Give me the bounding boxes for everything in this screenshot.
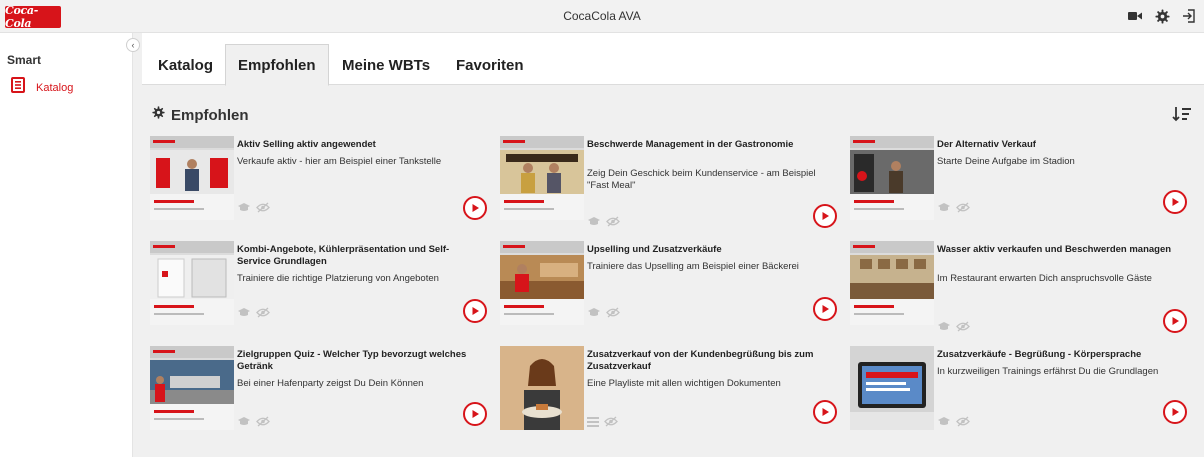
graduation-cap-icon — [937, 200, 951, 218]
course-description: Eine Playliste mit allen wichtigen Dokum… — [587, 378, 781, 389]
app-title: CocaCola AVA — [563, 9, 641, 23]
play-button[interactable] — [463, 299, 487, 323]
course-title[interactable]: Zusatzverkäufe - Begrüßung - Körpersprac… — [937, 349, 1177, 361]
graduation-cap-icon — [237, 200, 251, 218]
course-title[interactable]: Zielgruppen Quiz - Welcher Typ bevorzugt… — [237, 349, 477, 373]
course-thumbnail[interactable] — [850, 136, 934, 220]
eye-slash-icon — [956, 414, 970, 432]
play-button[interactable] — [463, 402, 487, 426]
course-title[interactable]: Kombi-Angebote, Kühlerpräsentation und S… — [237, 244, 477, 268]
sidebar-heading: Smart — [7, 53, 42, 67]
course-description: Bei einer Hafenparty zeigst Du Dein Könn… — [237, 378, 424, 389]
course-status — [587, 305, 620, 323]
gear-icon[interactable] — [1153, 7, 1171, 25]
course-card: Der Alternativ Verkauf Starte Deine Aufg… — [850, 136, 1187, 232]
course-thumbnail[interactable] — [500, 241, 584, 325]
course-status — [587, 214, 620, 232]
play-button[interactable] — [1163, 400, 1187, 424]
course-description: Trainiere das Upselling am Beispiel eine… — [587, 261, 799, 272]
course-title[interactable]: Upselling und Zusatzverkäufe — [587, 244, 827, 256]
eye-slash-icon — [256, 305, 270, 323]
gear-icon — [152, 106, 165, 124]
course-thumbnail[interactable] — [850, 346, 934, 430]
course-status — [237, 414, 270, 432]
sidebar: Smart Katalog — [0, 33, 133, 457]
graduation-cap-icon — [937, 414, 951, 432]
list-icon — [587, 414, 599, 432]
play-button[interactable] — [813, 297, 837, 321]
graduation-cap-icon — [587, 305, 601, 323]
sort-icon[interactable] — [1172, 106, 1192, 127]
sidebar-item-label: Katalog — [36, 81, 74, 94]
course-title[interactable]: Wasser aktiv verkaufen und Beschwerden m… — [937, 244, 1177, 256]
course-status — [587, 414, 618, 432]
tab-favoriten[interactable]: Favoriten — [444, 44, 536, 86]
course-title[interactable]: Beschwerde Management in der Gastronomie — [587, 139, 827, 151]
course-description: Im Restaurant erwarten Dich anspruchsvol… — [937, 273, 1152, 284]
course-card: Kombi-Angebote, Kühlerpräsentation und S… — [150, 241, 487, 337]
course-status — [937, 319, 970, 337]
tab-katalog[interactable]: Katalog — [146, 44, 225, 86]
course-card: Wasser aktiv verkaufen und Beschwerden m… — [850, 241, 1187, 337]
course-status — [937, 200, 970, 218]
course-thumbnail[interactable] — [150, 346, 234, 430]
course-card: Zusatzverkäufe - Begrüßung - Körpersprac… — [850, 346, 1187, 442]
graduation-cap-icon — [237, 305, 251, 323]
play-button[interactable] — [1163, 190, 1187, 214]
sidebar-item-katalog[interactable]: Katalog — [10, 77, 73, 98]
course-status — [237, 200, 270, 218]
eye-slash-icon — [604, 414, 618, 432]
logout-icon[interactable] — [1180, 7, 1198, 25]
course-title[interactable]: Zusatzverkauf von der Kundenbegrüßung bi… — [587, 349, 827, 373]
course-card: Aktiv Selling aktiv angewendet Verkaufe … — [150, 136, 487, 232]
graduation-cap-icon — [587, 214, 601, 232]
course-thumbnail[interactable] — [850, 241, 934, 325]
course-status — [937, 414, 970, 432]
video-camera-icon[interactable] — [1126, 7, 1144, 25]
course-thumbnail[interactable] — [150, 136, 234, 220]
course-description: Starte Deine Aufgabe im Stadion — [937, 156, 1075, 167]
eye-slash-icon — [256, 200, 270, 218]
eye-slash-icon — [956, 200, 970, 218]
course-title[interactable]: Aktiv Selling aktiv angewendet — [237, 139, 477, 151]
play-button[interactable] — [463, 196, 487, 220]
course-thumbnail[interactable] — [150, 241, 234, 325]
eye-slash-icon — [606, 214, 620, 232]
play-button[interactable] — [813, 204, 837, 228]
course-card: Upselling und Zusatzverkäufe Trainiere d… — [500, 241, 837, 337]
section-header: Empfohlen — [152, 106, 249, 124]
eye-slash-icon — [256, 414, 270, 432]
course-card: Zusatzverkauf von der Kundenbegrüßung bi… — [500, 346, 837, 442]
collapse-sidebar-button[interactable]: ‹ — [126, 38, 140, 52]
eye-slash-icon — [956, 319, 970, 337]
top-bar: Coca-Cola CocaCola AVA — [0, 0, 1204, 33]
course-thumbnail[interactable] — [500, 136, 584, 220]
course-description: In kurzweiligen Trainings erfährst Du di… — [937, 366, 1159, 377]
section-title: Empfohlen — [171, 106, 249, 124]
course-description: Verkaufe aktiv - hier am Beispiel einer … — [237, 156, 442, 167]
course-status — [237, 305, 270, 323]
play-button[interactable] — [813, 400, 837, 424]
course-description: Zeig Dein Geschick beim Kundenservice - … — [587, 168, 816, 191]
play-button[interactable] — [1163, 309, 1187, 333]
course-thumbnail[interactable] — [500, 346, 584, 430]
course-card: Beschwerde Management in der Gastronomie… — [500, 136, 837, 232]
course-description: Trainiere die richtige Platzierung von A… — [237, 273, 439, 284]
eye-slash-icon — [606, 305, 620, 323]
graduation-cap-icon — [937, 319, 951, 337]
book-icon — [10, 77, 26, 98]
course-title[interactable]: Der Alternativ Verkauf — [937, 139, 1177, 151]
tab-meine-wbts[interactable]: Meine WBTs — [330, 44, 442, 86]
course-card: Zielgruppen Quiz - Welcher Typ bevorzugt… — [150, 346, 487, 442]
tab-bar: Katalog Empfohlen Meine WBTs Favoriten — [142, 33, 1204, 86]
tab-empfohlen[interactable]: Empfohlen — [225, 44, 329, 86]
graduation-cap-icon — [237, 414, 251, 432]
